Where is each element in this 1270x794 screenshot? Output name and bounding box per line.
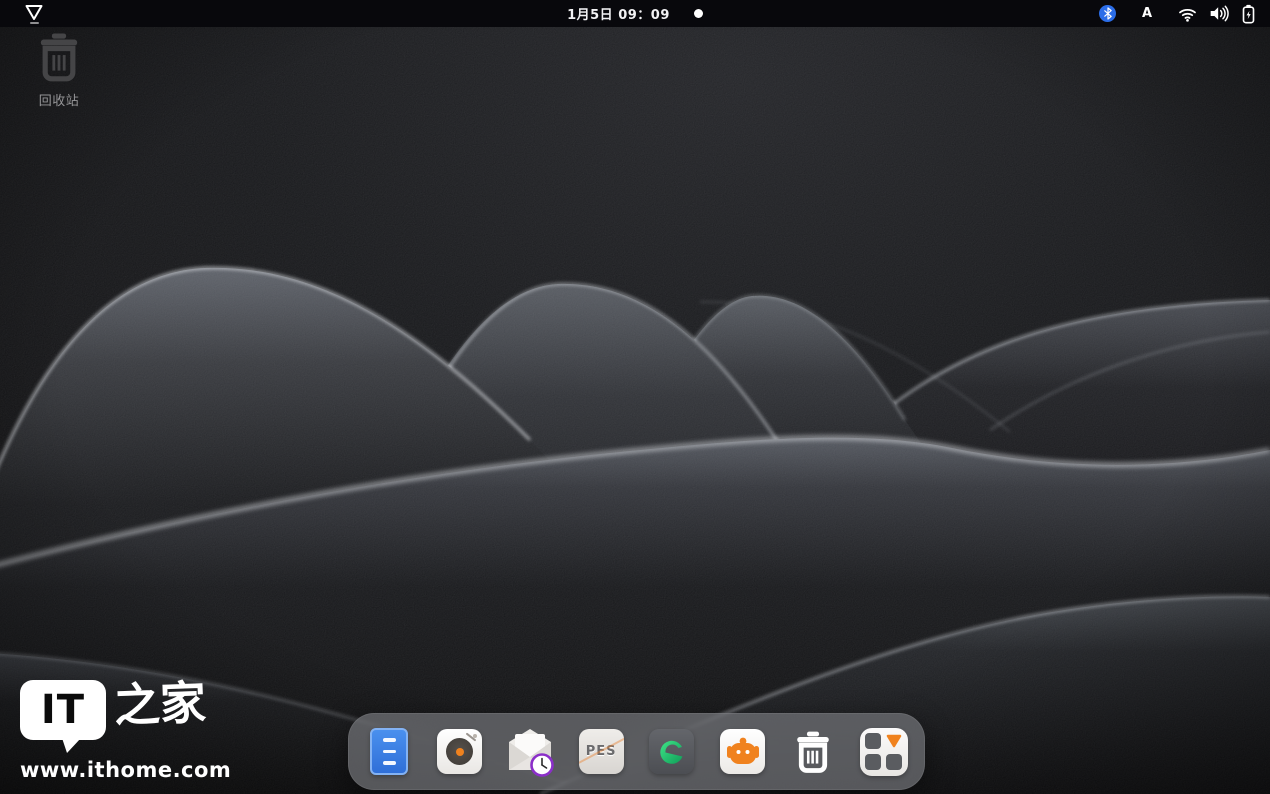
dock-item-ai-assistant[interactable] — [718, 724, 768, 780]
bluetooth-button[interactable] — [1099, 0, 1116, 27]
input-method-button[interactable]: A — [1138, 0, 1156, 27]
wifi-button[interactable] — [1178, 0, 1197, 27]
ithome-logo-zhijia: 之家 — [113, 670, 207, 738]
vinyl-record-icon — [437, 729, 482, 774]
robot-head-icon — [720, 729, 765, 774]
bluetooth-icon — [1103, 7, 1113, 20]
ithome-logo-it: IT — [41, 687, 85, 733]
green-e-icon — [649, 729, 694, 774]
trash-can-icon — [33, 30, 85, 84]
volume-icon — [1209, 5, 1229, 22]
clock[interactable]: 1月5日 09：09 — [567, 4, 670, 23]
dock: PES — [348, 713, 925, 790]
volume-button[interactable] — [1209, 0, 1229, 27]
envelope-with-clock-icon — [504, 724, 556, 780]
dock-item-browser[interactable] — [647, 724, 697, 780]
status-indicator-dot — [694, 9, 703, 18]
dock-item-recycle-bin[interactable] — [788, 724, 838, 780]
menubar: 1月5日 09：09 A — [0, 0, 1270, 27]
desktop-recycle-bin[interactable]: 回收站 — [22, 30, 96, 109]
dock-item-pes[interactable]: PES — [576, 724, 626, 780]
pes-icon: PES — [579, 729, 624, 774]
dock-item-mail[interactable] — [505, 724, 555, 780]
trash-can-icon — [791, 728, 835, 776]
wifi-icon — [1178, 6, 1197, 22]
dock-item-music-player[interactable] — [435, 724, 485, 780]
input-method-label: A — [1138, 6, 1156, 21]
ithome-watermark: IT 之家 www.ithome.com — [20, 664, 231, 782]
app-grid-triangle-icon — [860, 728, 908, 776]
system-tray: A — [1099, 0, 1256, 27]
ithome-url: www.ithome.com — [20, 758, 231, 782]
file-cabinet-icon — [370, 728, 408, 775]
recycle-bin-label: 回收站 — [39, 90, 80, 109]
dock-item-file-manager[interactable] — [364, 724, 414, 780]
ithome-logo-bubble: IT — [20, 680, 106, 740]
battery-charging-icon — [1241, 4, 1256, 24]
desktop-screen: 1月5日 09：09 A — [0, 0, 1270, 794]
dock-item-app-launcher[interactable] — [859, 724, 909, 780]
battery-button[interactable] — [1241, 0, 1256, 27]
